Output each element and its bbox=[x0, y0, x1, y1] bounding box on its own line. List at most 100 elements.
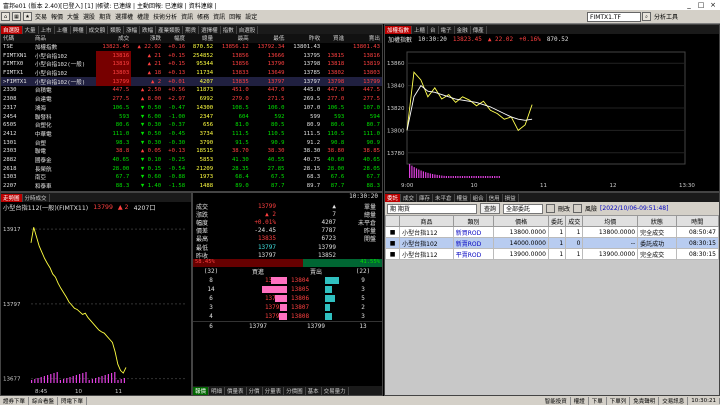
table-row[interactable]: 1303 南亞 67.7 ▼ 0.60 -0.88 1973 68.4 67.5 68.3 67.… bbox=[1, 173, 382, 182]
symbol-input[interactable]: FIMTX1.TF bbox=[586, 11, 641, 22]
tab-2[interactable]: 庫存 bbox=[417, 193, 434, 202]
status-item[interactable]: 下單列 bbox=[607, 396, 631, 405]
column-header[interactable]: 幅度 bbox=[163, 34, 188, 43]
menu-item[interactable]: 回報 bbox=[227, 12, 243, 21]
table-row[interactable]: 2317 鴻海 106.5 ▼ 0.50 -0.47 14300 108.5 106.0 107… bbox=[1, 104, 382, 113]
menu-item[interactable]: 帳務 bbox=[195, 12, 211, 21]
table-row[interactable]: 2882 國泰金 40.65 ▼ 0.10 -0.25 5853 41.30 40.55 40.… bbox=[1, 156, 382, 165]
table-row[interactable]: 1301 台塑 98.3 ▼ 0.30 -0.30 3790 91.5 90.9 91.2 90.… bbox=[1, 138, 382, 147]
table-row[interactable]: ■ 小型台指112 新買ROD 13800.0000 1 1 13800.0000 完全成交 0… bbox=[385, 226, 719, 238]
status-item[interactable]: 交易訊息 bbox=[659, 396, 689, 405]
tab-1[interactable]: 分時成交 bbox=[23, 193, 50, 202]
column-header[interactable]: 最低 bbox=[250, 34, 287, 43]
tab-2[interactable]: 台 bbox=[428, 25, 439, 34]
tab-12[interactable]: 指數 bbox=[221, 25, 237, 34]
close-button[interactable]: × bbox=[707, 0, 719, 10]
table-row[interactable]: 2308 台達電 277.5 ▲ 8.00 +2.97 6992 279.0 271.5 269… bbox=[1, 95, 382, 104]
menu-item[interactable]: 交易 bbox=[33, 12, 49, 21]
tab-0[interactable]: 委託 bbox=[385, 193, 402, 202]
menu-item[interactable]: 期貨 bbox=[97, 12, 113, 21]
menu-item[interactable]: 選股 bbox=[81, 12, 97, 21]
menu-item[interactable]: 選擇權 bbox=[113, 12, 135, 21]
checkbox[interactable] bbox=[546, 204, 556, 213]
column-header[interactable]: 成交 bbox=[95, 34, 132, 43]
tab-1[interactable]: 大量 bbox=[23, 25, 39, 34]
menu-item[interactable]: 權證 bbox=[135, 12, 151, 21]
row-checkbox[interactable]: ■ bbox=[385, 248, 401, 260]
column-header[interactable]: 商品 bbox=[399, 215, 454, 227]
status-item[interactable]: 智能投資 bbox=[542, 396, 571, 405]
tab-6[interactable]: 信用 bbox=[487, 193, 503, 202]
column-header[interactable]: 代碼 bbox=[1, 34, 33, 43]
tab-1[interactable]: 上櫃 bbox=[412, 25, 429, 34]
tab-8[interactable]: 跌幅 bbox=[140, 25, 157, 34]
table-row[interactable]: FIMTX0 小型台指102(一般) 13819 ▲ 21 +0.15 95344 1385… bbox=[1, 60, 382, 69]
column-header[interactable]: 昨收 bbox=[286, 34, 323, 43]
tab-3[interactable]: 上櫃 bbox=[55, 25, 71, 34]
star-icon[interactable]: ★ bbox=[23, 12, 32, 21]
book-row[interactable]: 813798138049 bbox=[193, 276, 382, 285]
tab-10[interactable]: 期貨 bbox=[183, 25, 200, 34]
row-checkbox[interactable]: ■ bbox=[385, 226, 401, 238]
tab-0[interactable]: 自選股 bbox=[1, 25, 23, 34]
search-icon[interactable]: ⌕ bbox=[641, 12, 651, 21]
column-header[interactable]: 類別 bbox=[452, 215, 495, 227]
column-header[interactable]: 總量 bbox=[187, 34, 216, 43]
table-row[interactable]: FIMTXN1 小型台指102 13816 ▲ 21 +0.15 254852 13856 1… bbox=[1, 51, 382, 61]
table-row[interactable]: 6505 台塑化 80.6 ▼ 0.30 -0.37 656 81.0 80.5 80.9 80.… bbox=[1, 121, 382, 130]
status-item[interactable]: 權證 bbox=[571, 396, 589, 405]
tab-6[interactable]: 基本 bbox=[306, 386, 322, 395]
analysis-tools-menu[interactable]: 分析工具 bbox=[652, 12, 680, 21]
tab-13[interactable]: 自選股 bbox=[237, 25, 259, 34]
status-tab[interactable]: 綜合看盤 bbox=[29, 396, 59, 405]
column-header[interactable]: 買進 bbox=[322, 34, 347, 43]
column-header[interactable]: 時間 bbox=[675, 215, 719, 227]
tab-5[interactable]: 傳產 bbox=[471, 25, 487, 34]
risk-button[interactable]: 風險 bbox=[585, 204, 597, 213]
menu-item[interactable]: 資訊 bbox=[211, 12, 227, 21]
tab-7[interactable]: 損益 bbox=[503, 193, 519, 202]
status-tab[interactable]: 閃電下單 bbox=[58, 396, 88, 405]
column-header[interactable]: 均價 bbox=[582, 215, 639, 227]
tab-7[interactable]: 漲幅 bbox=[124, 25, 141, 34]
account-select[interactable]: 期 期貨 bbox=[387, 203, 477, 214]
status-item[interactable]: 10:30:21 bbox=[688, 397, 720, 404]
query-button[interactable]: 查詢 bbox=[480, 203, 501, 214]
menu-item[interactable]: 大盤 bbox=[65, 12, 81, 21]
status-item[interactable]: 下單 bbox=[589, 396, 607, 405]
tab-3[interactable]: 未平倉 bbox=[433, 193, 455, 202]
column-header[interactable]: 商品 bbox=[32, 34, 96, 43]
row-checkbox[interactable]: ■ bbox=[385, 237, 401, 249]
tab-1[interactable]: 明細 bbox=[209, 386, 226, 395]
tab-0[interactable]: 報價 bbox=[193, 386, 210, 395]
column-header[interactable]: 最高 bbox=[215, 34, 251, 43]
tab-1[interactable]: 成交 bbox=[401, 193, 418, 202]
tab-11[interactable]: 選擇權 bbox=[199, 25, 221, 34]
checkbox[interactable] bbox=[573, 204, 583, 213]
tab-7[interactable]: 交易量力 bbox=[322, 386, 349, 395]
menu-item[interactable]: 設定 bbox=[243, 12, 259, 21]
minimize-button[interactable]: _ bbox=[683, 0, 695, 10]
column-header[interactable] bbox=[385, 215, 401, 227]
delete-modify-button[interactable]: 刪改 bbox=[558, 204, 570, 213]
tab-4[interactable]: 興櫃 bbox=[71, 25, 87, 34]
maximize-button[interactable]: □ bbox=[695, 0, 707, 10]
column-header[interactable]: 狀態 bbox=[637, 215, 677, 227]
table-row[interactable]: ■ 小型台指102 新賣ROD 14000.0000 1 0 -- 委託成功 08:30:15 bbox=[385, 237, 719, 249]
column-header[interactable]: 價格 bbox=[493, 215, 549, 227]
table-row[interactable]: FIMTX1 小型台指102 13803 ▲ 18 +0.13 11734 13833 136… bbox=[1, 68, 382, 78]
column-header[interactable]: 漲跌 bbox=[131, 34, 164, 43]
column-header[interactable]: 委託 bbox=[547, 215, 567, 227]
tab-2[interactable]: 上市 bbox=[39, 25, 55, 34]
tab-5[interactable]: 分價圖 bbox=[284, 386, 306, 395]
book-row[interactable]: 4 13791 13808 3 bbox=[193, 312, 382, 321]
home-icon[interactable]: ⌂ bbox=[1, 12, 10, 21]
status-tab[interactable]: 證券下單 bbox=[0, 396, 30, 405]
tab-9[interactable]: 產業類股 bbox=[156, 25, 184, 34]
table-row[interactable]: 2618 長榮航 28.00 ▼ 0.15 -0.54 21209 28.35 27.85 28… bbox=[1, 164, 382, 173]
table-row[interactable]: 2303 聯電 38.8 ▲ 0.05 +0.13 18515 38.70 38.30 38.3… bbox=[1, 147, 382, 156]
tab-5[interactable]: 成交額 bbox=[87, 25, 109, 34]
tab-3[interactable]: 分價 bbox=[247, 386, 263, 395]
tab-5[interactable]: 組合 bbox=[471, 193, 487, 202]
tab-4[interactable]: 分量表 bbox=[263, 386, 285, 395]
